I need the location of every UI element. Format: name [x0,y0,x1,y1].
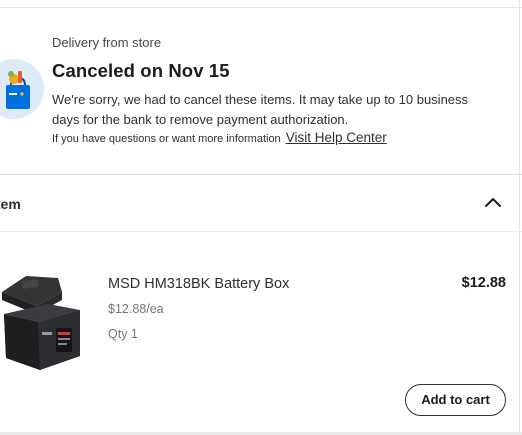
help-line: If you have questions or want more infor… [52,130,387,145]
help-prefix-text: If you have questions or want more infor… [52,133,281,145]
walmart-bag-icon [0,59,44,119]
cancellation-message: We're sorry, we had to cancel these item… [52,92,469,127]
order-status-title: Canceled on Nov 15 [52,60,230,81]
product-price: $12.88 [461,275,506,291]
items-section-header[interactable]: item [0,175,519,231]
product-name-link[interactable]: MSD HM318BK Battery Box [108,276,289,292]
items-section-label: item [0,196,21,212]
items-divider [0,231,522,232]
card-edge [519,0,520,435]
top-divider [0,7,522,8]
unit-price: $12.88/ea [108,302,164,316]
battery-box-image[interactable] [0,270,88,374]
chevron-up-icon[interactable] [484,195,502,209]
add-to-cart-button[interactable]: Add to cart [405,384,506,416]
visit-help-center-link[interactable]: Visit Help Center [286,130,387,145]
quantity-label: Qty 1 [108,327,138,341]
delivery-type-label: Delivery from store [52,35,162,50]
